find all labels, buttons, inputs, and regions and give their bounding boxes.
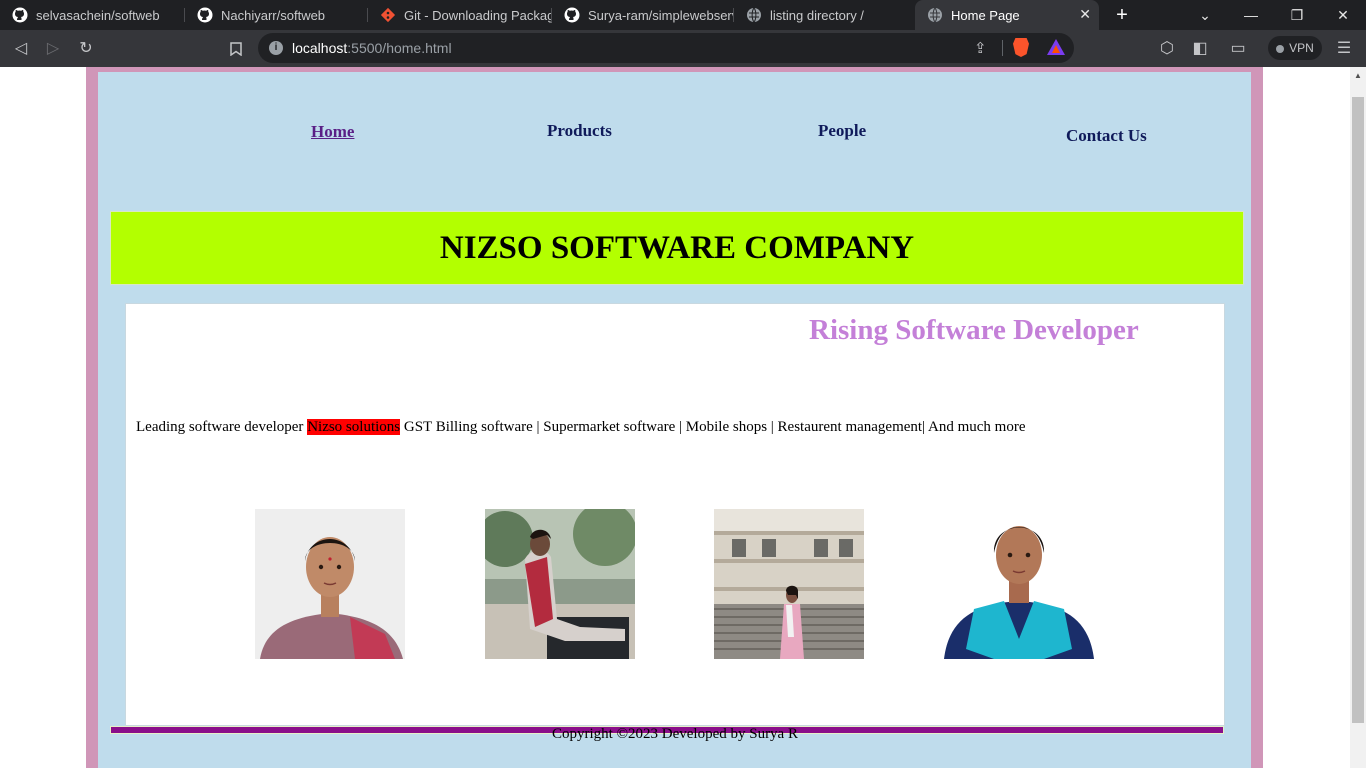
content-panel: Rising Software Developer Leading softwa… [125,303,1225,726]
page-scrollbar[interactable]: ▲ [1350,67,1366,768]
nav-people-link[interactable]: People [818,121,866,141]
browser-tab-5[interactable]: listing directory / [734,0,915,30]
reload-icon[interactable]: ↻ [74,37,98,61]
brave-shields-icon[interactable] [1013,38,1029,57]
tagline: Rising Software Developer [809,314,1139,346]
git-icon [380,7,396,23]
scroll-up-arrow-icon[interactable]: ▲ [1350,69,1366,83]
nav-products-link[interactable]: Products [547,121,612,141]
bookmark-icon[interactable] [224,37,248,61]
menu-icon[interactable]: ☰ [1332,37,1356,61]
sidebar-icon[interactable]: ◧ [1188,37,1212,61]
brave-rewards-icon[interactable] [1047,39,1065,55]
tab-title: selvasachein/softweb [36,7,160,23]
tab-title: Home Page [951,7,1020,23]
company-highlight: Nizso solutions [307,419,401,435]
team-photo-3 [714,509,864,659]
share-icon[interactable]: ⇪ [974,39,987,57]
restore-button[interactable]: ❐ [1274,0,1320,30]
browser-toolbar: ◁ ▷ ↻ i localhost:5500/home.html ⇪ ⬡ ◧ ▭… [0,30,1366,67]
team-photo-2 [485,509,635,659]
tab-title: Nachiyarr/softweb [221,7,326,23]
footer-copyright: Copyright ©2023 Developed by Surya R [552,726,798,742]
nav-contact-link[interactable]: Contact Us [1066,126,1147,146]
tab-search-icon[interactable]: ⌄ [1182,0,1228,30]
address-bar[interactable]: i localhost:5500/home.html ⇪ [258,33,1074,63]
team-photo-4 [944,509,1094,659]
browser-tab-4[interactable]: Surya-ram/simplewebserver [552,0,734,30]
globe-icon [927,7,943,23]
extensions-icon[interactable]: ⬡ [1155,37,1179,61]
browser-tab-active[interactable]: Home Page ✕ [915,0,1099,30]
close-tab-icon[interactable]: ✕ [1079,6,1091,23]
company-banner: NIZSO SOFTWARE COMPANY [110,211,1244,285]
back-icon[interactable]: ◁ [9,37,33,61]
nav-home-link[interactable]: Home [311,122,354,142]
forward-icon[interactable]: ▷ [41,37,65,61]
vpn-button[interactable]: VPN [1268,36,1322,60]
browser-tab-2[interactable]: Nachiyarr/softweb [185,0,368,30]
github-icon [197,7,213,23]
github-icon [564,7,580,23]
tab-title: Git - Downloading Package [404,7,552,23]
browser-tab-3[interactable]: Git - Downloading Package [368,0,552,30]
team-photo-1 [255,509,405,659]
scrollbar-thumb[interactable] [1352,97,1364,723]
services-text: Leading software developer Nizso solutio… [136,419,1026,436]
browser-tab-1[interactable]: selvasachein/softweb [0,0,185,30]
wallet-icon[interactable]: ▭ [1226,37,1250,61]
services-list: GST Billing software | Supermarket softw… [400,419,1026,435]
new-tab-button[interactable]: + [1111,3,1133,27]
tab-title: listing directory / [770,7,864,23]
url-text[interactable]: localhost:5500/home.html [292,40,452,56]
window-close-button[interactable]: ✕ [1320,0,1366,30]
site-info-icon[interactable]: i [269,41,283,55]
github-icon [12,7,28,23]
tab-title: Surya-ram/simplewebserver [588,7,734,23]
globe-icon [746,7,762,23]
page-viewport: Home Products People Contact Us NIZSO SO… [0,67,1350,768]
minimize-button[interactable]: — [1228,0,1274,30]
services-prefix: Leading software developer [136,419,308,435]
company-title: NIZSO SOFTWARE COMPANY [439,230,915,266]
tab-bar: selvasachein/softweb Nachiyarr/softweb G… [0,0,1366,30]
